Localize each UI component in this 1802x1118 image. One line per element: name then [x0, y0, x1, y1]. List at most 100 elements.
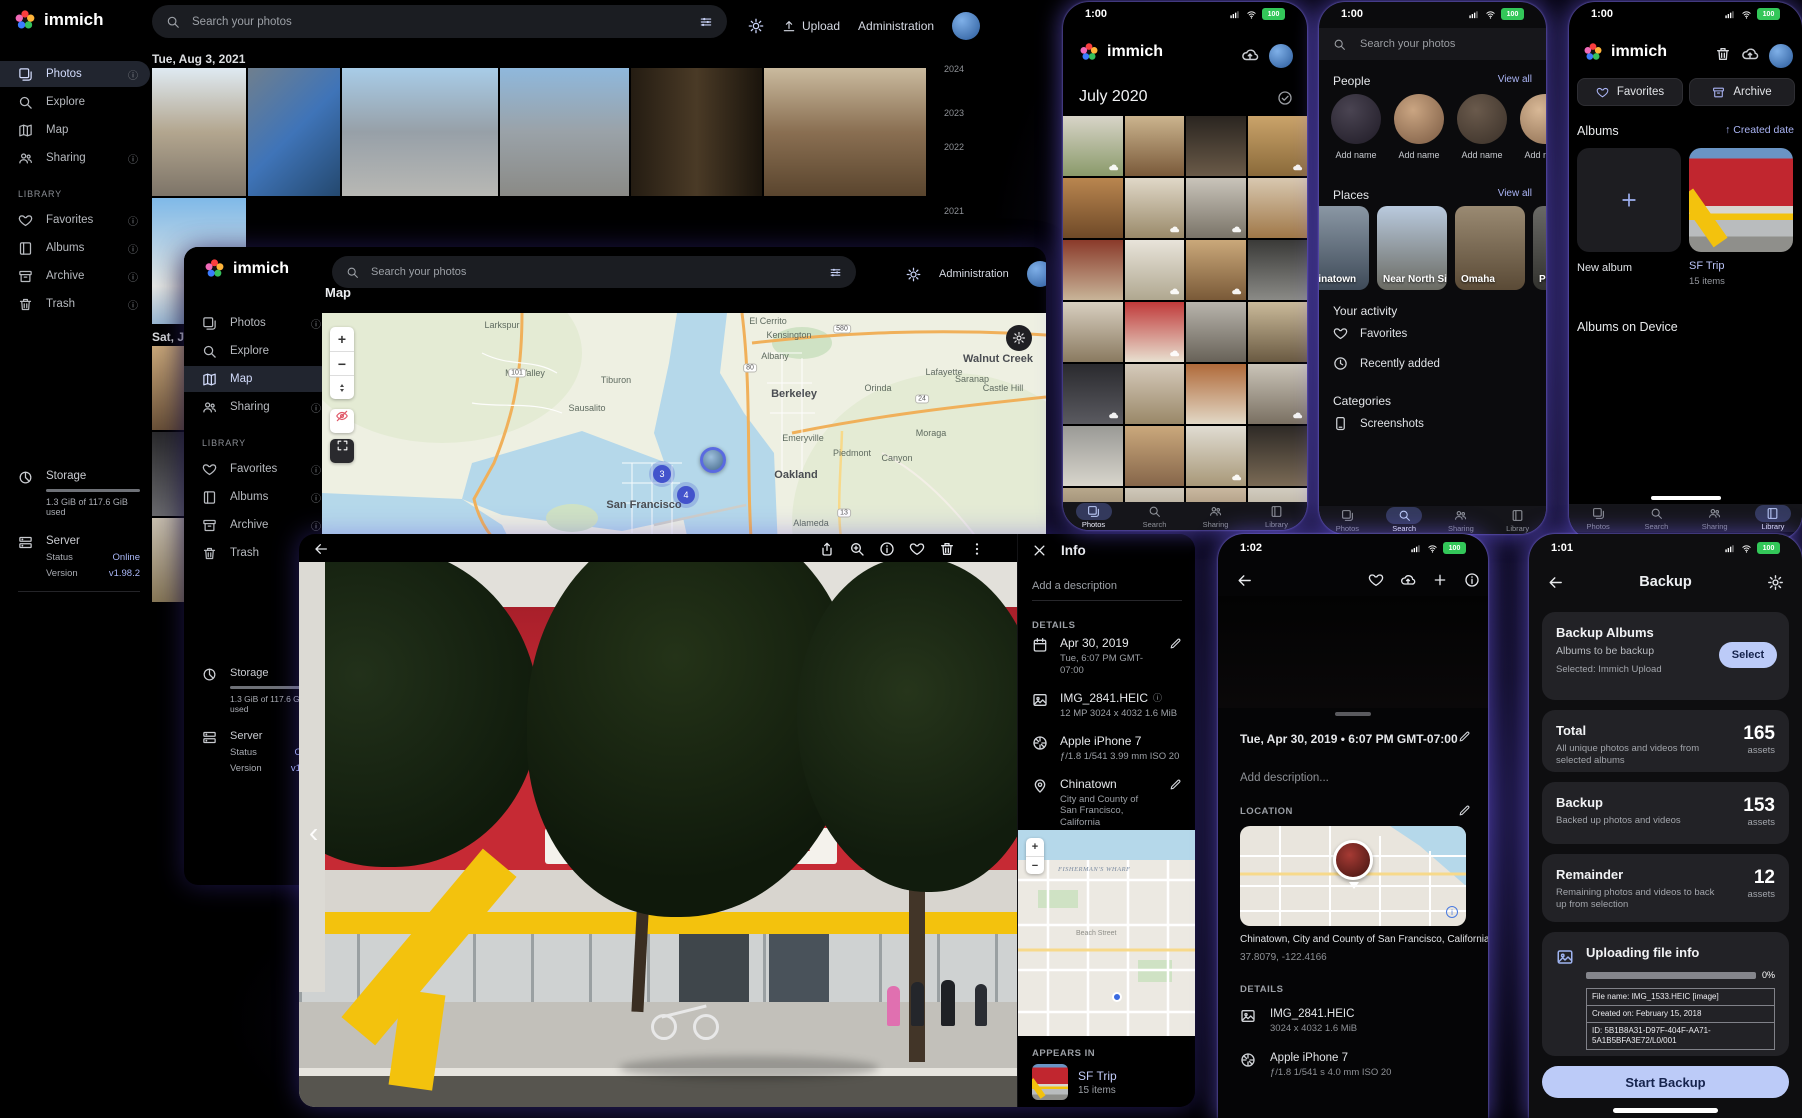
- zoom-out-button[interactable]: −: [1026, 856, 1044, 874]
- zoom-out-button[interactable]: −: [330, 351, 354, 375]
- photo-thumbnail[interactable]: [1125, 116, 1185, 176]
- person-face[interactable]: Add name: [1329, 94, 1383, 160]
- tab-search[interactable]: Search: [1376, 507, 1433, 533]
- album-link[interactable]: SF Trip 15 items: [1032, 1064, 1117, 1100]
- edit-location-icon[interactable]: [1458, 804, 1471, 817]
- info-icon[interactable]: [1464, 572, 1480, 588]
- tab-library[interactable]: Library: [1246, 503, 1307, 529]
- tab-photos[interactable]: Photos: [1319, 507, 1376, 533]
- tab-library[interactable]: Library: [1489, 507, 1546, 533]
- cloud-upload-icon[interactable]: [1400, 572, 1416, 588]
- prev-photo-chevron[interactable]: ‹: [309, 817, 318, 849]
- timeline-year[interactable]: 2022: [944, 142, 964, 152]
- location-map-thumbnail[interactable]: i: [1240, 826, 1466, 926]
- favorite-icon[interactable]: [1368, 572, 1384, 588]
- search-input[interactable]: Search your photos: [1319, 28, 1546, 60]
- photo-thumbnail[interactable]: [152, 68, 246, 196]
- view-all-link[interactable]: View all: [1498, 74, 1532, 85]
- photo-thumbnail[interactable]: [1248, 240, 1308, 300]
- edit-date-icon[interactable]: [1458, 730, 1471, 743]
- sidebar-item-explore[interactable]: Explore: [0, 89, 150, 115]
- zoom-in-button[interactable]: +: [330, 327, 354, 351]
- add-to-album-icon[interactable]: [1432, 572, 1448, 588]
- place-tile[interactable]: Near North Side: [1377, 206, 1447, 290]
- photo-thumbnail[interactable]: [152, 346, 186, 430]
- close-icon[interactable]: [1032, 543, 1047, 558]
- album-name[interactable]: SF Trip: [1689, 260, 1724, 272]
- cloud-upload-icon[interactable]: [1741, 45, 1759, 63]
- select-all-icon[interactable]: [1277, 90, 1293, 106]
- sidebar-item-map[interactable]: Map: [0, 117, 150, 143]
- add-name-link[interactable]: Add name: [1335, 150, 1376, 160]
- tab-photos[interactable]: Photos: [1569, 505, 1627, 531]
- recently-added-row[interactable]: Recently added: [1333, 356, 1440, 371]
- sidebar-item-explore[interactable]: Explore: [184, 338, 333, 364]
- avatar[interactable]: [1269, 44, 1293, 68]
- tab-sharing[interactable]: Sharing: [1433, 507, 1490, 533]
- filter-icon[interactable]: [699, 15, 713, 29]
- timeline-year[interactable]: 2021: [944, 206, 964, 216]
- immich-logo[interactable]: immich: [14, 9, 104, 31]
- map-settings-button[interactable]: [1006, 325, 1032, 351]
- timeline-year[interactable]: 2023: [944, 108, 964, 118]
- person-face[interactable]: Add name: [1392, 94, 1446, 160]
- avatar[interactable]: [952, 12, 980, 40]
- photo-thumbnail[interactable]: [152, 518, 186, 602]
- photo-thumbnail[interactable]: [1186, 364, 1246, 424]
- info-map-thumbnail[interactable]: FISHERMAN'S WHARF Beach Street + −: [1018, 830, 1195, 1036]
- photo-thumbnail[interactable]: [1186, 302, 1246, 362]
- sidebar-item-photos[interactable]: Photosⓘ: [184, 310, 333, 336]
- add-name-link[interactable]: Add name: [1461, 150, 1502, 160]
- sheet-handle[interactable]: [1335, 712, 1371, 716]
- tab-sharing[interactable]: Sharing: [1686, 505, 1744, 531]
- sidebar-item-archive[interactable]: Archiveⓘ: [0, 263, 150, 289]
- photo-thumbnail[interactable]: [1063, 240, 1123, 300]
- view-all-link[interactable]: View all: [1498, 188, 1532, 199]
- avatar[interactable]: [1769, 44, 1793, 68]
- photo-thumbnail[interactable]: [1125, 364, 1185, 424]
- photo-thumbnail[interactable]: [342, 68, 498, 196]
- map-zoom-controls[interactable]: + −: [1026, 838, 1044, 874]
- photo-thumbnail[interactable]: [631, 68, 762, 196]
- sidebar-item-map[interactable]: Map: [184, 366, 333, 392]
- edit-date-icon[interactable]: [1169, 636, 1182, 677]
- person-face[interactable]: Add name: [1455, 94, 1509, 160]
- favorite-icon[interactable]: [909, 541, 925, 557]
- sidebar-item-albums[interactable]: Albumsⓘ: [184, 484, 333, 510]
- sidebar-item-favorites[interactable]: Favoritesⓘ: [184, 456, 333, 482]
- photo-thumbnail[interactable]: [1125, 426, 1185, 486]
- photo-thumbnail[interactable]: [1186, 240, 1246, 300]
- photo-thumbnail[interactable]: [764, 68, 926, 196]
- photo-thumbnail[interactable]: [152, 432, 186, 516]
- photo-thumbnail[interactable]: [248, 68, 340, 196]
- place-tile[interactable]: Pi: [1533, 206, 1546, 290]
- photo-thumbnail[interactable]: [500, 68, 629, 196]
- map-fullscreen-button[interactable]: [330, 439, 354, 463]
- photo-thumbnail[interactable]: [1248, 426, 1308, 486]
- map-info-icon[interactable]: i: [1446, 906, 1458, 918]
- map-cluster-marker[interactable]: 4: [677, 486, 695, 504]
- avatar[interactable]: [1027, 261, 1046, 287]
- photo-thumbnail[interactable]: [1125, 178, 1185, 238]
- archive-button[interactable]: Archive: [1689, 78, 1795, 106]
- photo-thumbnail[interactable]: [1125, 302, 1185, 362]
- map-zoom-controls[interactable]: + −: [330, 327, 354, 399]
- sidebar-item-photos[interactable]: Photosⓘ: [0, 61, 150, 87]
- tab-sharing[interactable]: Sharing: [1185, 503, 1246, 529]
- theme-toggle-icon[interactable]: [906, 267, 921, 282]
- add-name-link[interactable]: Add name: [1524, 150, 1546, 160]
- tab-search[interactable]: Search: [1124, 503, 1185, 529]
- compass-button[interactable]: [330, 375, 354, 399]
- start-backup-button[interactable]: Start Backup: [1542, 1066, 1789, 1098]
- back-icon[interactable]: [1236, 572, 1253, 589]
- upload-button[interactable]: Upload: [782, 19, 840, 33]
- share-icon[interactable]: [819, 541, 835, 557]
- info-icon[interactable]: [879, 541, 895, 557]
- detail-date[interactable]: Apr 30, 2019Tue, 6:07 PM GMT-07:00: [1018, 636, 1195, 677]
- map-cluster-marker[interactable]: 3: [653, 465, 671, 483]
- album-tile[interactable]: [1689, 148, 1793, 252]
- place-tile[interactable]: Omaha: [1455, 206, 1525, 290]
- sort-by-button[interactable]: ↑ Created date: [1725, 124, 1794, 136]
- add-description-field[interactable]: Add a description: [1032, 580, 1117, 592]
- delete-icon[interactable]: [939, 541, 955, 557]
